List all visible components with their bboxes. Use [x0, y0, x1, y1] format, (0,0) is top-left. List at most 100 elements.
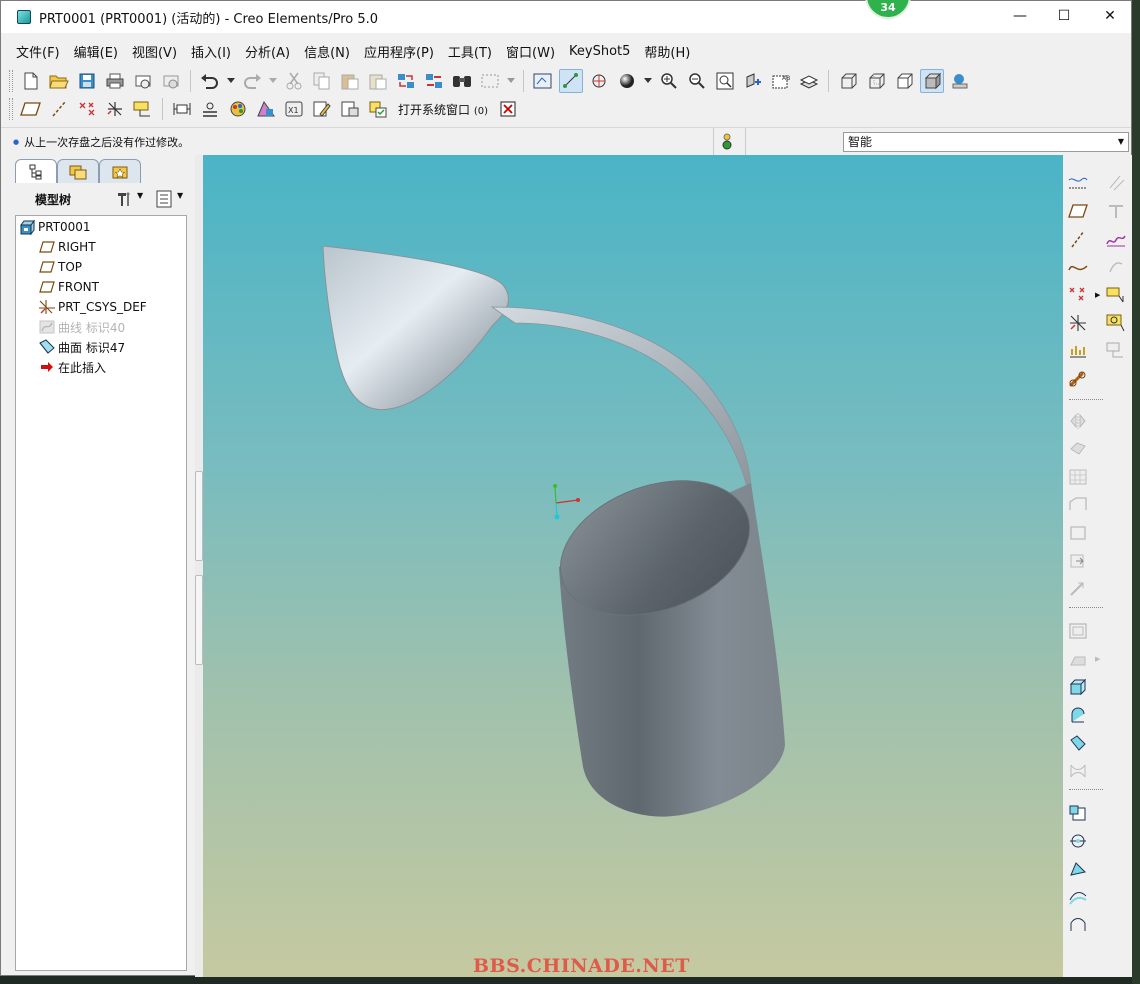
extrude-tool-icon[interactable]	[1065, 675, 1091, 699]
draft-tool-icon[interactable]	[1065, 885, 1091, 909]
model-render[interactable]	[203, 155, 1063, 977]
datum-display-icon[interactable]	[559, 69, 583, 93]
merge-tool-icon[interactable]	[1065, 437, 1091, 461]
panel-splitter[interactable]	[195, 155, 203, 977]
regen-status-light-icon[interactable]	[721, 133, 733, 154]
open-folder-icon[interactable]	[47, 69, 71, 93]
color-appearance-icon[interactable]	[226, 97, 250, 121]
tree-item-part[interactable]: PRT0001	[18, 217, 91, 237]
graph-tool-icon[interactable]	[1103, 227, 1129, 251]
model-tree-display-icon[interactable]	[948, 69, 972, 93]
menu-analysis[interactable]: 分析(A)	[238, 42, 297, 61]
close-window-x-icon[interactable]	[496, 97, 520, 121]
measure-distance-icon[interactable]	[170, 97, 194, 121]
trim-tool-icon[interactable]	[1065, 493, 1091, 517]
chain-link-icon[interactable]	[1065, 367, 1091, 391]
disabled-offset-icon[interactable]	[1103, 255, 1129, 279]
relations-icon[interactable]: X1	[282, 97, 306, 121]
boundary-tool-icon[interactable]	[1065, 913, 1091, 937]
shell-tool-icon[interactable]	[1065, 619, 1091, 643]
disabled-reference-icon[interactable]	[1103, 339, 1129, 363]
menu-edit[interactable]: 编辑(E)	[67, 42, 125, 61]
print-icon[interactable]	[103, 69, 127, 93]
spin-center-icon[interactable]	[587, 69, 611, 93]
menu-tools[interactable]: 工具(T)	[441, 42, 499, 61]
revolve-tool-icon[interactable]	[1065, 703, 1091, 727]
hidden-line-icon[interactable]	[864, 69, 888, 93]
layers-icon[interactable]	[797, 69, 821, 93]
send-link-icon[interactable]	[159, 69, 183, 93]
blend-tool-icon[interactable]	[1065, 759, 1091, 783]
annotation-tool-icon[interactable]	[1103, 283, 1129, 307]
saved-views-icon[interactable]: AB	[769, 69, 793, 93]
family-table-icon[interactable]	[338, 97, 362, 121]
menu-help[interactable]: 帮助(H)	[637, 42, 697, 61]
close-button[interactable]: ✕	[1087, 1, 1133, 31]
menu-info[interactable]: 信息(N)	[297, 42, 357, 61]
analysis-right-icon[interactable]	[1065, 339, 1091, 363]
menu-insert[interactable]: 插入(I)	[184, 42, 238, 61]
menu-window[interactable]: 窗口(W)	[499, 42, 562, 61]
tree-item-surface[interactable]: 曲面 标识47	[38, 337, 125, 357]
curve-tool-icon[interactable]	[1065, 255, 1091, 279]
refit-icon[interactable]	[713, 69, 737, 93]
maximize-button[interactable]: ☐	[1041, 1, 1087, 31]
cut-icon[interactable]	[282, 69, 306, 93]
find-binoculars-icon[interactable]	[450, 69, 474, 93]
tree-item-csys[interactable]: PRT_CSYS_DEF	[38, 297, 147, 317]
checklist-icon[interactable]	[366, 97, 390, 121]
plane-tool-icon[interactable]	[1065, 199, 1091, 223]
shading-dropdown-icon[interactable]	[643, 69, 653, 93]
notification-badge[interactable]: 34	[865, 0, 911, 19]
shading-sphere-icon[interactable]	[615, 69, 639, 93]
measure-mass-icon[interactable]	[198, 97, 222, 121]
wireframe-icon[interactable]	[836, 69, 860, 93]
menu-file[interactable]: 文件(F)	[9, 42, 67, 61]
datum-axis-tool-icon[interactable]	[47, 97, 71, 121]
disabled-section-icon[interactable]	[1103, 199, 1129, 223]
round-tool-icon[interactable]	[1065, 829, 1091, 853]
edit-parameters-icon[interactable]	[310, 97, 334, 121]
tab-folder-browser[interactable]	[57, 159, 99, 183]
paste-special-icon[interactable]	[366, 69, 390, 93]
sketch-tool-icon[interactable]	[1065, 171, 1091, 195]
tab-model-tree[interactable]	[15, 159, 57, 183]
extend-tool-icon[interactable]	[1065, 521, 1091, 545]
menu-keyshot[interactable]: KeyShot5	[562, 44, 637, 59]
undo-icon[interactable]	[198, 69, 222, 93]
reorient-icon[interactable]	[741, 69, 765, 93]
toolbar-grip[interactable]	[9, 70, 13, 92]
select-box-icon[interactable]	[478, 69, 502, 93]
csys-right-icon[interactable]	[1065, 311, 1091, 335]
tree-item-front[interactable]: FRONT	[38, 277, 99, 297]
no-hidden-icon[interactable]	[892, 69, 916, 93]
offset-tool-icon[interactable]	[1065, 549, 1091, 573]
tree-item-right[interactable]: RIGHT	[38, 237, 96, 257]
splitter-handle-bottom[interactable]	[195, 575, 203, 665]
datum-point-tool-icon[interactable]	[75, 97, 99, 121]
sweep-tool-icon[interactable]	[1065, 731, 1091, 755]
redo-icon[interactable]	[240, 69, 264, 93]
tree-settings-tools-icon[interactable]	[115, 189, 135, 212]
point-tool-icon[interactable]	[1065, 283, 1091, 307]
csys-tool-icon[interactable]	[103, 97, 127, 121]
minimize-button[interactable]: —	[997, 1, 1043, 31]
mirror-tool-icon[interactable]	[1065, 409, 1091, 433]
menu-applications[interactable]: 应用程序(P)	[357, 42, 441, 61]
tree-item-insert-here[interactable]: 在此插入	[38, 357, 106, 377]
pattern-tool-icon[interactable]	[1065, 465, 1091, 489]
save-icon[interactable]	[75, 69, 99, 93]
analysis-tool-icon[interactable]	[131, 97, 155, 121]
regenerate-icon[interactable]	[394, 69, 418, 93]
paste-icon[interactable]	[338, 69, 362, 93]
selection-filter-select[interactable]: 智能 ▼	[843, 132, 1129, 152]
toolbar-grip-2[interactable]	[9, 98, 13, 120]
chamfer-tool-icon[interactable]	[1065, 857, 1091, 881]
menu-view[interactable]: 视图(V)	[125, 42, 184, 61]
tree-settings-dropdown-icon[interactable]: ▼	[137, 191, 143, 200]
point-dropdown-icon[interactable]: ▶	[1095, 291, 1100, 299]
hole-tool-icon[interactable]	[1065, 801, 1091, 825]
select-dropdown-icon[interactable]	[506, 69, 516, 93]
view-manager-icon[interactable]	[1103, 311, 1129, 335]
rib-tool-icon[interactable]	[1065, 647, 1091, 671]
